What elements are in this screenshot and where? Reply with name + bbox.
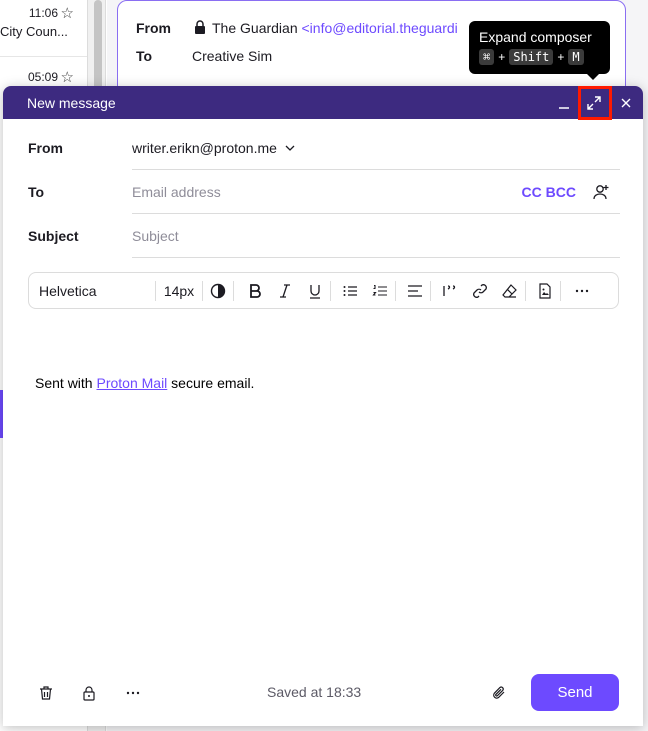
star-icon[interactable]: ☆: [61, 68, 74, 86]
align-left-icon: [408, 284, 422, 297]
add-contact-icon[interactable]: [592, 183, 610, 201]
font-family-select[interactable]: Helvetica: [29, 272, 155, 309]
to-input[interactable]: [132, 183, 522, 200]
to-value[interactable]: Creative Sim: [192, 48, 272, 64]
from-row: From writer.erikn@proton.me: [28, 126, 620, 170]
keyboard-shortcut: ⌘ + Shift + M: [479, 49, 600, 65]
eraser-icon: [502, 283, 517, 298]
subject-input[interactable]: [132, 227, 620, 244]
quote-button[interactable]: [435, 272, 465, 309]
image-file-icon: [539, 282, 551, 299]
italic-button[interactable]: [270, 272, 300, 309]
bullet-list-icon: [343, 285, 357, 296]
sender-name-line: The Guardian <info@editorial.theguardi: [212, 20, 458, 36]
divider: [330, 280, 331, 301]
more-icon: [126, 691, 140, 695]
formatting-toolbar: Helvetica 14px: [28, 272, 619, 309]
trash-icon: [40, 686, 52, 700]
delete-draft-button[interactable]: [36, 683, 56, 703]
minimize-button[interactable]: [549, 86, 579, 119]
list-item-sender: City Coun...: [0, 24, 68, 39]
minimize-icon: [559, 106, 569, 109]
list-item-time: 05:09: [27, 70, 58, 84]
signature-prefix: Sent with: [35, 375, 97, 391]
composer-titlebar[interactable]: New message: [3, 86, 643, 119]
underline-button[interactable]: [300, 272, 330, 309]
bold-icon: [250, 283, 261, 298]
divider: [430, 280, 431, 301]
chevron-down-icon: [285, 145, 295, 151]
more-actions-button[interactable]: [123, 683, 143, 703]
sender-email[interactable]: <info@editorial.theguardi: [302, 20, 458, 36]
numbered-list-button[interactable]: [365, 272, 395, 309]
tooltip-title: Expand composer: [479, 29, 592, 45]
saved-status: Saved at 18:33: [267, 684, 362, 700]
close-button[interactable]: [609, 86, 643, 119]
attach-file-button[interactable]: [489, 683, 509, 703]
divider: [395, 280, 396, 301]
signature-suffix: secure email.: [167, 375, 255, 391]
sender-name: The Guardian: [212, 20, 298, 36]
more-icon: [575, 289, 589, 292]
divider: [560, 280, 561, 301]
to-label: To: [136, 48, 153, 64]
numbered-list-icon: [372, 284, 387, 296]
cc-bcc-button[interactable]: CC BCC: [522, 184, 576, 200]
from-label: From: [136, 20, 171, 36]
quote-icon: [443, 284, 456, 296]
lock-icon: [194, 20, 206, 37]
lock-icon: [83, 686, 95, 701]
expand-composer-tooltip: Expand composer ⌘ + Shift + M: [469, 21, 610, 74]
subject-row: Subject: [28, 214, 620, 258]
divider: [0, 56, 87, 57]
from-label: From: [28, 140, 63, 156]
insert-image-button[interactable]: [530, 272, 560, 309]
key-m: M: [568, 49, 584, 65]
to-row: To CC BCC: [28, 170, 620, 214]
from-address: writer.erikn@proton.me: [132, 139, 277, 156]
underline-icon: [310, 284, 320, 299]
italic-icon: [280, 283, 290, 298]
divider: [525, 280, 526, 301]
align-button[interactable]: [400, 272, 430, 309]
key-plus: +: [498, 50, 506, 64]
expand-composer-button[interactable]: [579, 86, 609, 119]
composer-title: New message: [27, 94, 116, 111]
from-selector[interactable]: writer.erikn@proton.me: [132, 126, 620, 170]
insert-link-button[interactable]: [465, 272, 495, 309]
to-field-wrap: CC BCC: [132, 170, 620, 214]
composer-window: New message From writer.erikn@proton.me …: [3, 86, 643, 726]
contrast-icon: [210, 283, 226, 298]
bold-button[interactable]: [240, 272, 270, 309]
expand-icon: [587, 95, 601, 110]
key-plus: +: [557, 50, 565, 64]
proton-mail-link[interactable]: Proton Mail: [96, 375, 167, 391]
tooltip-arrow: [587, 74, 599, 80]
subject-field-wrap: [132, 214, 620, 258]
key-shift: Shift: [509, 49, 554, 65]
key-command: ⌘: [479, 49, 495, 65]
close-icon: [621, 98, 631, 107]
link-icon: [473, 283, 487, 298]
to-label: To: [28, 184, 45, 200]
list-item-time: 11:06: [28, 6, 58, 20]
paperclip-icon: [493, 686, 505, 699]
subject-label: Subject: [28, 228, 79, 244]
font-size-select[interactable]: 14px: [156, 272, 202, 309]
divider: [233, 280, 234, 301]
more-options-button[interactable]: [567, 272, 597, 309]
encryption-button[interactable]: [79, 683, 99, 703]
message-body[interactable]: Sent with Proton Mail secure email.: [35, 375, 254, 391]
composer-footer: Saved at 18:33 Send: [3, 674, 643, 712]
text-color-button[interactable]: [203, 272, 233, 309]
bullet-list-button[interactable]: [335, 272, 365, 309]
star-icon[interactable]: ☆: [61, 4, 74, 22]
send-button[interactable]: Send: [531, 674, 619, 711]
clear-format-button[interactable]: [495, 272, 525, 309]
